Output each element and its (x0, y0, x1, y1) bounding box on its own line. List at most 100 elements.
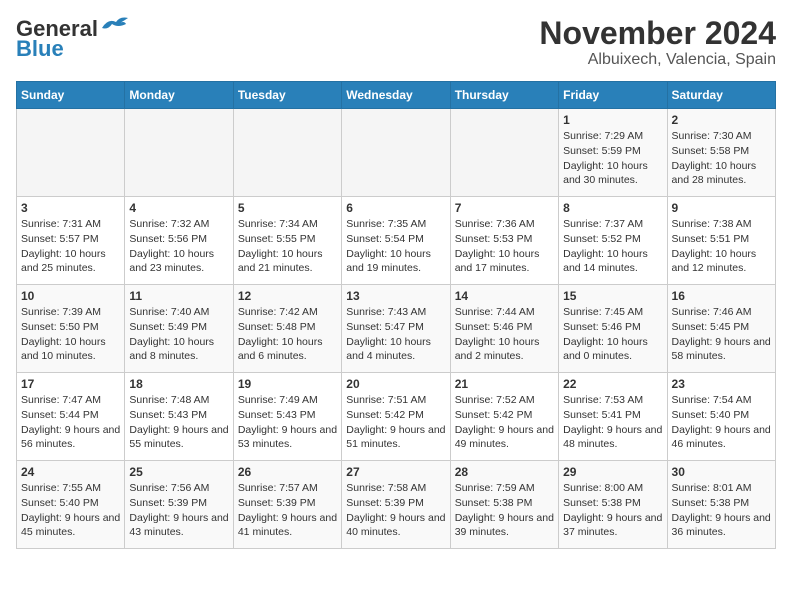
day-info: Sunrise: 7:37 AM Sunset: 5:52 PM Dayligh… (563, 217, 662, 276)
day-number: 16 (672, 289, 771, 303)
calendar-cell (450, 109, 558, 197)
calendar-cell: 25 Sunrise: 7:56 AM Sunset: 5:39 PM Dayli… (125, 461, 233, 549)
calendar-cell: 19Sunrise: 7:49 AM Sunset: 5:43 PM Dayli… (233, 373, 341, 461)
calendar-cell: 6 Sunrise: 7:35 AM Sunset: 5:54 PM Daylig… (342, 197, 450, 285)
day-number: 22 (563, 377, 662, 391)
day-info: Sunrise: 7:47 AM Sunset: 5:44 PM Dayligh… (21, 393, 120, 452)
calendar-cell: 8 Sunrise: 7:37 AM Sunset: 5:52 PM Daylig… (559, 197, 667, 285)
day-info: Sunrise: 7:45 AM Sunset: 5:46 PM Dayligh… (563, 305, 662, 364)
day-info: Sunrise: 7:56 AM Sunset: 5:39 PM Dayligh… (129, 481, 228, 540)
calendar-cell: 30 Sunrise: 8:01 AM Sunset: 5:38 PM Dayli… (667, 461, 775, 549)
calendar-cell: 4 Sunrise: 7:32 AM Sunset: 5:56 PM Daylig… (125, 197, 233, 285)
day-info: Sunrise: 7:57 AM Sunset: 5:39 PM Dayligh… (238, 481, 337, 540)
calendar-cell (125, 109, 233, 197)
day-info: Sunrise: 7:35 AM Sunset: 5:54 PM Dayligh… (346, 217, 445, 276)
calendar-header-monday: Monday (125, 82, 233, 109)
day-number: 15 (563, 289, 662, 303)
day-number: 13 (346, 289, 445, 303)
logo: General Blue (16, 16, 130, 62)
calendar-cell: 21 Sunrise: 7:52 AM Sunset: 5:42 PM Dayli… (450, 373, 558, 461)
day-info: Sunrise: 7:44 AM Sunset: 5:46 PM Dayligh… (455, 305, 554, 364)
day-info: Sunrise: 7:53 AM Sunset: 5:41 PM Dayligh… (563, 393, 662, 452)
day-info: Sunrise: 7:55 AM Sunset: 5:40 PM Dayligh… (21, 481, 120, 540)
day-info: Sunrise: 7:46 AM Sunset: 5:45 PM Dayligh… (672, 305, 771, 364)
day-info: Sunrise: 7:34 AM Sunset: 5:55 PM Dayligh… (238, 217, 337, 276)
calendar-cell: 26 Sunrise: 7:57 AM Sunset: 5:39 PM Dayli… (233, 461, 341, 549)
calendar-cell: 12 Sunrise: 7:42 AM Sunset: 5:48 PM Dayli… (233, 285, 341, 373)
day-number: 4 (129, 201, 228, 215)
day-info: Sunrise: 7:43 AM Sunset: 5:47 PM Dayligh… (346, 305, 445, 364)
day-info: Sunrise: 7:52 AM Sunset: 5:42 PM Dayligh… (455, 393, 554, 452)
calendar-cell (342, 109, 450, 197)
day-info: Sunrise: 7:58 AM Sunset: 5:39 PM Dayligh… (346, 481, 445, 540)
page-header: General Blue November 2024 Albuixech, Va… (16, 16, 776, 69)
day-info: Sunrise: 7:54 AM Sunset: 5:40 PM Dayligh… (672, 393, 771, 452)
day-number: 23 (672, 377, 771, 391)
calendar-cell: 28 Sunrise: 7:59 AM Sunset: 5:38 PM Dayli… (450, 461, 558, 549)
calendar-cell: 13 Sunrise: 7:43 AM Sunset: 5:47 PM Dayli… (342, 285, 450, 373)
logo-blue: Blue (16, 36, 64, 62)
day-number: 9 (672, 201, 771, 215)
calendar-cell: 15 Sunrise: 7:45 AM Sunset: 5:46 PM Dayli… (559, 285, 667, 373)
day-info: Sunrise: 7:32 AM Sunset: 5:56 PM Dayligh… (129, 217, 228, 276)
calendar-cell (17, 109, 125, 197)
calendar-cell: 14 Sunrise: 7:44 AM Sunset: 5:46 PM Dayli… (450, 285, 558, 373)
day-info: Sunrise: 7:51 AM Sunset: 5:42 PM Dayligh… (346, 393, 445, 452)
day-number: 28 (455, 465, 554, 479)
day-number: 14 (455, 289, 554, 303)
calendar-cell: 11Sunrise: 7:40 AM Sunset: 5:49 PM Dayli… (125, 285, 233, 373)
calendar-cell: 3 Sunrise: 7:31 AM Sunset: 5:57 PM Daylig… (17, 197, 125, 285)
calendar-cell: 9 Sunrise: 7:38 AM Sunset: 5:51 PM Daylig… (667, 197, 775, 285)
day-number: 18 (129, 377, 228, 391)
calendar-header-row: SundayMondayTuesdayWednesdayThursdayFrid… (17, 82, 776, 109)
calendar-week-3: 10Sunrise: 7:39 AM Sunset: 5:50 PM Dayli… (17, 285, 776, 373)
day-number: 1 (563, 113, 662, 127)
calendar-cell: 20Sunrise: 7:51 AM Sunset: 5:42 PM Dayli… (342, 373, 450, 461)
logo-bird-icon (100, 14, 130, 36)
day-info: Sunrise: 7:29 AM Sunset: 5:59 PM Dayligh… (563, 129, 662, 188)
calendar-cell: 24 Sunrise: 7:55 AM Sunset: 5:40 PM Dayli… (17, 461, 125, 549)
calendar-cell: 29Sunrise: 8:00 AM Sunset: 5:38 PM Dayli… (559, 461, 667, 549)
day-number: 25 (129, 465, 228, 479)
calendar-header-tuesday: Tuesday (233, 82, 341, 109)
page-subtitle: Albuixech, Valencia, Spain (539, 51, 776, 69)
calendar-cell (233, 109, 341, 197)
day-number: 21 (455, 377, 554, 391)
page-title: November 2024 (539, 16, 776, 51)
day-number: 7 (455, 201, 554, 215)
day-number: 8 (563, 201, 662, 215)
day-number: 24 (21, 465, 120, 479)
calendar-cell: 2Sunrise: 7:30 AM Sunset: 5:58 PM Daylig… (667, 109, 775, 197)
calendar-cell: 22 Sunrise: 7:53 AM Sunset: 5:41 PM Dayli… (559, 373, 667, 461)
day-number: 26 (238, 465, 337, 479)
day-number: 10 (21, 289, 120, 303)
calendar-cell: 16 Sunrise: 7:46 AM Sunset: 5:45 PM Dayli… (667, 285, 775, 373)
day-info: Sunrise: 8:00 AM Sunset: 5:38 PM Dayligh… (563, 481, 662, 540)
day-info: Sunrise: 7:30 AM Sunset: 5:58 PM Dayligh… (672, 129, 771, 188)
calendar-table: SundayMondayTuesdayWednesdayThursdayFrid… (16, 81, 776, 549)
calendar-cell: 27Sunrise: 7:58 AM Sunset: 5:39 PM Dayli… (342, 461, 450, 549)
day-number: 17 (21, 377, 120, 391)
day-info: Sunrise: 7:59 AM Sunset: 5:38 PM Dayligh… (455, 481, 554, 540)
calendar-cell: 1 Sunrise: 7:29 AM Sunset: 5:59 PM Daylig… (559, 109, 667, 197)
day-number: 6 (346, 201, 445, 215)
calendar-cell: 10Sunrise: 7:39 AM Sunset: 5:50 PM Dayli… (17, 285, 125, 373)
day-number: 3 (21, 201, 120, 215)
day-info: Sunrise: 7:49 AM Sunset: 5:43 PM Dayligh… (238, 393, 337, 452)
day-info: Sunrise: 7:36 AM Sunset: 5:53 PM Dayligh… (455, 217, 554, 276)
title-block: November 2024 Albuixech, Valencia, Spain (539, 16, 776, 69)
calendar-week-1: 1 Sunrise: 7:29 AM Sunset: 5:59 PM Daylig… (17, 109, 776, 197)
calendar-cell: 5Sunrise: 7:34 AM Sunset: 5:55 PM Daylig… (233, 197, 341, 285)
day-info: Sunrise: 7:48 AM Sunset: 5:43 PM Dayligh… (129, 393, 228, 452)
calendar-week-4: 17 Sunrise: 7:47 AM Sunset: 5:44 PM Dayli… (17, 373, 776, 461)
day-number: 30 (672, 465, 771, 479)
calendar-cell: 23 Sunrise: 7:54 AM Sunset: 5:40 PM Dayli… (667, 373, 775, 461)
day-number: 12 (238, 289, 337, 303)
day-info: Sunrise: 7:31 AM Sunset: 5:57 PM Dayligh… (21, 217, 120, 276)
day-info: Sunrise: 7:42 AM Sunset: 5:48 PM Dayligh… (238, 305, 337, 364)
calendar-header-thursday: Thursday (450, 82, 558, 109)
day-info: Sunrise: 8:01 AM Sunset: 5:38 PM Dayligh… (672, 481, 771, 540)
calendar-cell: 18 Sunrise: 7:48 AM Sunset: 5:43 PM Dayli… (125, 373, 233, 461)
day-info: Sunrise: 7:38 AM Sunset: 5:51 PM Dayligh… (672, 217, 771, 276)
calendar-header-friday: Friday (559, 82, 667, 109)
